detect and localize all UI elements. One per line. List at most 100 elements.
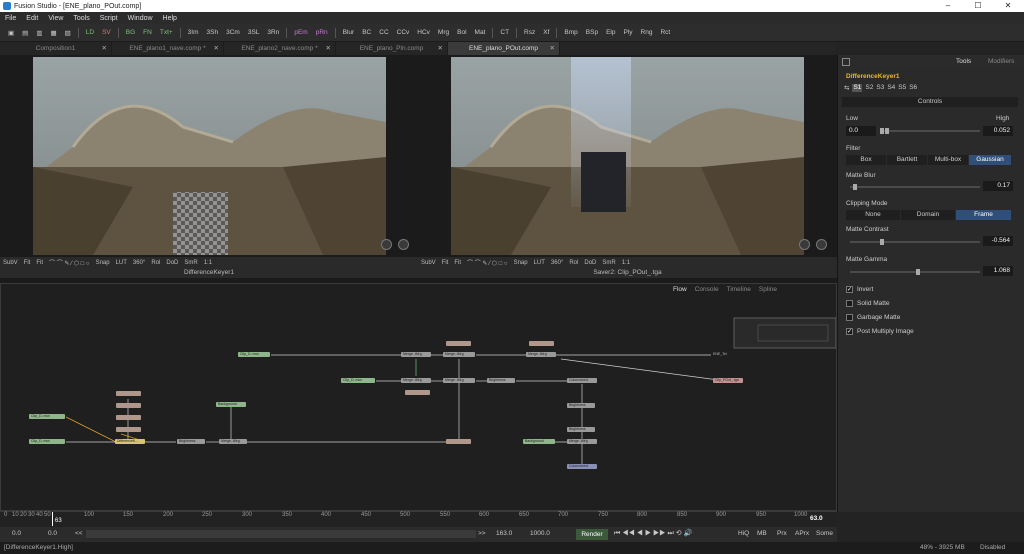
flow-editor[interactable]: Flow Console Timeline Spline Clip_D..mov…	[0, 283, 837, 511]
playhead[interactable]	[52, 512, 53, 526]
matte-gamma-value[interactable]: 1.068	[983, 266, 1013, 276]
low-high-slider[interactable]	[880, 128, 980, 134]
tab-plano-pln[interactable]: ENE_plano_Pln.comp ✕	[336, 42, 448, 55]
node-tool[interactable]	[446, 341, 471, 346]
smr-button[interactable]: SmR	[599, 260, 618, 266]
tab-modifiers[interactable]: Modifiers	[988, 58, 1014, 65]
node-tool[interactable]	[405, 390, 430, 395]
playback-controls-icon[interactable]: ⏮ ◀◀ ◀ ▶ ▶▶ ⏭ ⟲ 🔊	[614, 529, 692, 538]
menu-tools[interactable]: Tools	[68, 15, 94, 22]
clipping-domain[interactable]: Domain	[901, 210, 955, 220]
proxy-toggle[interactable]: Prx	[777, 530, 787, 537]
scale-button[interactable]: 1:1	[201, 260, 215, 266]
menu-file[interactable]: File	[0, 15, 21, 22]
range-forward-button[interactable]: >>	[478, 530, 486, 537]
menu-window[interactable]: Window	[123, 15, 158, 22]
low-knob[interactable]	[880, 128, 884, 134]
tool-3cm[interactable]: 3Cm	[222, 29, 244, 36]
tab-plano2-nave[interactable]: ENE_plano2_nave.comp * ✕	[224, 42, 336, 55]
menu-view[interactable]: View	[43, 15, 68, 22]
subview-button[interactable]: SubV	[0, 260, 21, 266]
high-knob[interactable]	[885, 128, 889, 134]
tool-rsz[interactable]: Rsz	[520, 29, 539, 36]
tool-ply[interactable]: Ply	[619, 29, 636, 36]
collapse-icon[interactable]	[842, 58, 850, 66]
left-viewer[interactable]: SubV Fit Fit ⌒ ⌒ ✎ ⁄ ⬡ □ ○ Snap LUT 360°…	[0, 55, 418, 283]
hiq-toggle[interactable]: HiQ	[738, 530, 749, 537]
tool-ct[interactable]: CT	[496, 29, 513, 36]
toolbar-icon[interactable]: ▥	[32, 29, 46, 37]
node-difference-keyer[interactable]: DifferenceK...	[115, 439, 145, 444]
auto-proxy-toggle[interactable]: APrx	[795, 530, 809, 537]
node-merge[interactable]: Merge..iMrg	[443, 352, 475, 357]
range-slider[interactable]	[86, 530, 476, 538]
tool-bol[interactable]: Bol	[453, 29, 470, 36]
tab-plano-pout[interactable]: ENE_plano_POut.comp ✕	[448, 42, 560, 55]
node-loader[interactable]: Clip_D..mov	[29, 439, 65, 444]
tool-loader[interactable]: LD	[82, 29, 98, 36]
node-loader[interactable]: Clip_D..mov	[341, 378, 375, 383]
toolbar-icon[interactable]: ▤	[18, 29, 32, 37]
tool-3sl[interactable]: 3SL	[244, 29, 264, 36]
tab-tools[interactable]: Tools	[956, 58, 971, 65]
roi-button[interactable]: Rol	[148, 260, 163, 266]
lut-button[interactable]: LUT	[113, 260, 130, 266]
node-brightness[interactable]: Brightness	[177, 439, 205, 444]
node-output[interactable]: ENE_Tel	[711, 352, 741, 357]
node-merge[interactable]: Merge..iMrg	[567, 439, 597, 444]
filter-gaussian[interactable]: Gaussian	[969, 155, 1011, 165]
node-merge[interactable]: Merge..iMrg	[401, 352, 431, 357]
right-viewer[interactable]: SubV Fit Fit ⌒ ⌒ ✎ ⁄ ⬡ □ ○ Snap LUT 360°…	[418, 55, 837, 283]
node-brightness[interactable]: Brightness	[487, 378, 515, 383]
current-time-field[interactable]: 163.0	[496, 530, 512, 537]
node-tool[interactable]	[116, 391, 141, 396]
controls-section-header[interactable]: Controls	[842, 97, 1018, 107]
matte-blur-knob[interactable]	[853, 184, 857, 190]
fit-button[interactable]: Fit	[439, 260, 452, 266]
node-loader[interactable]: Clip_D..mov	[29, 414, 65, 419]
tool-icons[interactable]: ⌒ ⌒ ✎ ⁄ ⬡ □ ○	[46, 258, 93, 267]
node-background[interactable]: Background	[216, 402, 246, 407]
node-saver[interactable]: Clip_POut_.tga	[713, 378, 743, 383]
high-value-field[interactable]: 0.052	[983, 126, 1013, 136]
slot-s4[interactable]: S4	[887, 84, 895, 92]
close-tab-icon[interactable]: ✕	[550, 42, 555, 55]
tab-plano1-nave[interactable]: ENE_plano1_nave.comp * ✕	[112, 42, 224, 55]
tool-bc[interactable]: BC	[358, 29, 375, 36]
close-tab-icon[interactable]: ✕	[214, 42, 219, 55]
snap-button[interactable]: Snap	[511, 260, 531, 266]
close-tab-icon[interactable]: ✕	[326, 42, 331, 55]
node-colorcorrect[interactable]: Colorcorrect	[567, 464, 597, 469]
tool-3im[interactable]: 3Im	[184, 29, 203, 36]
dod-button[interactable]: DoD	[581, 260, 599, 266]
node-background[interactable]: Background	[523, 439, 555, 444]
toolbar-icon[interactable]: ▦	[46, 29, 60, 37]
node-brightness[interactable]: Brightness	[567, 427, 595, 432]
scale-button[interactable]: 1:1	[619, 260, 633, 266]
close-button[interactable]: ✕	[994, 0, 1022, 12]
node-merge[interactable]: Merge..iMrg	[526, 352, 556, 357]
fit-button-2[interactable]: Fit	[33, 260, 46, 266]
node-merge[interactable]: Merge..iMrg	[443, 378, 475, 383]
selective-update-toggle[interactable]: Some	[816, 530, 833, 537]
invert-checkbox[interactable]: ✓	[846, 286, 853, 293]
tool-text[interactable]: Txt+	[156, 29, 177, 36]
refresh-icon[interactable]	[816, 239, 827, 250]
render-start-field[interactable]: 0.0	[48, 530, 57, 537]
post-multiply-checkbox[interactable]: ✓	[846, 328, 853, 335]
matte-blur-slider[interactable]	[850, 184, 980, 190]
tool-saver[interactable]: SV	[98, 29, 115, 36]
tool-rng[interactable]: Rng	[637, 29, 657, 36]
slot-s5[interactable]: S5	[898, 84, 906, 92]
tool-xf[interactable]: Xf	[539, 29, 553, 36]
tool-hcv[interactable]: HCv	[413, 29, 434, 36]
node-tool[interactable]	[116, 415, 141, 420]
garbage-matte-checkbox[interactable]	[846, 314, 853, 321]
render-button[interactable]: Render	[576, 529, 608, 540]
low-value-field[interactable]: 0.0	[846, 126, 876, 136]
slot-icon[interactable]: ⇆	[844, 84, 849, 92]
tool-cc[interactable]: CC	[375, 29, 392, 36]
node-merge[interactable]: Merge..iMrg	[219, 439, 247, 444]
node-loader[interactable]: Clip_D..mov	[238, 352, 270, 357]
menu-edit[interactable]: Edit	[21, 15, 43, 22]
